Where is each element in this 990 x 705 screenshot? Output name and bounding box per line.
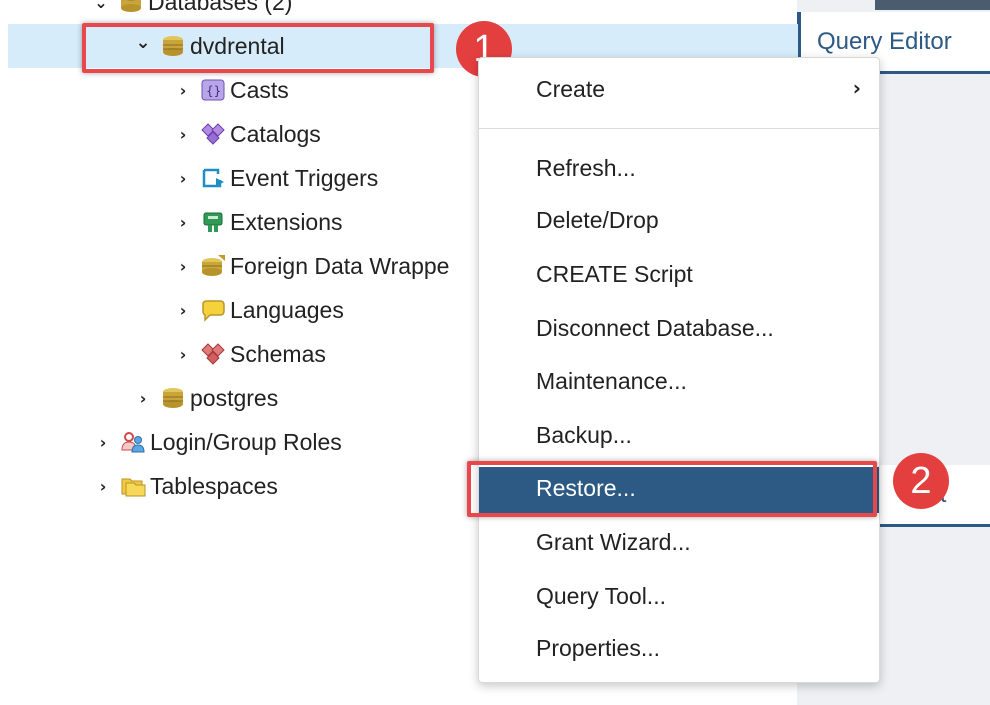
tree-item-postgres[interactable]: › postgres [134, 378, 279, 418]
tree-item-extensions[interactable]: › Extensions [174, 202, 343, 242]
chevron-right-icon[interactable]: › [134, 389, 152, 408]
schemas-icon [198, 341, 228, 367]
chevron-right-icon[interactable]: › [174, 345, 192, 364]
tree-item-label: Databases (2) [148, 0, 293, 15]
chevron-right-icon[interactable]: › [174, 257, 192, 276]
tree-item-event-triggers[interactable]: › Event Triggers [174, 158, 379, 198]
menu-item-properties[interactable]: Properties... [479, 625, 879, 671]
context-menu: Create › Refresh... Delete/Drop CREATE S… [478, 57, 880, 683]
menu-item-label: Grant Wizard... [536, 529, 691, 555]
menu-divider [479, 128, 879, 129]
highlight-box-restore [467, 461, 877, 517]
chevron-right-icon[interactable]: › [174, 213, 192, 232]
tree-item-label: Tablespaces [150, 472, 278, 499]
catalogs-icon [198, 121, 228, 147]
menu-item-create-script[interactable]: CREATE Script [479, 251, 879, 297]
tree-item-label: Schemas [230, 340, 326, 367]
foreign-data-wrappers-icon [198, 253, 228, 279]
menu-item-label: Maintenance... [536, 368, 687, 394]
extensions-icon [198, 209, 228, 235]
tree-item-catalogs[interactable]: › Catalogs [174, 114, 321, 154]
login-roles-icon [118, 429, 148, 455]
tree-item-languages[interactable]: › Languages [174, 290, 344, 330]
chevron-right-icon[interactable]: › [174, 169, 192, 188]
chevron-right-icon[interactable]: › [174, 301, 192, 320]
toolbar-strip [875, 0, 990, 10]
menu-item-label: Create [536, 76, 606, 102]
menu-item-backup[interactable]: Backup... [479, 412, 879, 458]
menu-item-label: Refresh... [536, 155, 636, 181]
tab-underline [870, 524, 990, 527]
chevron-down-icon[interactable]: ⌄ [92, 0, 110, 12]
menu-item-create[interactable]: Create › [479, 66, 879, 112]
menu-item-label: Properties... [536, 635, 660, 661]
casts-icon: {} [198, 77, 228, 103]
menu-item-query-tool[interactable]: Query Tool... [479, 573, 879, 619]
svg-text:{}: {} [206, 84, 221, 98]
tree-item-tablespaces[interactable]: › Tablespaces [94, 466, 278, 506]
chevron-right-icon[interactable]: › [174, 125, 192, 144]
menu-item-delete-drop[interactable]: Delete/Drop [479, 197, 879, 243]
chevron-right-icon[interactable]: › [94, 433, 112, 452]
menu-item-label: CREATE Script [536, 261, 693, 287]
tree-item-label: Foreign Data Wrappe [230, 252, 450, 279]
event-triggers-icon [198, 165, 228, 191]
tab-query-editor-label: Query Editor [817, 28, 952, 55]
tree-item-foreign-data-wrappers[interactable]: › Foreign Data Wrappe [174, 246, 450, 286]
tablespaces-icon [118, 473, 148, 499]
menu-item-label: Delete/Drop [536, 207, 659, 233]
menu-item-label: Query Tool... [536, 583, 666, 609]
chevron-right-icon: › [852, 76, 861, 100]
chevron-right-icon[interactable]: › [94, 477, 112, 496]
menu-item-label: Disconnect Database... [536, 315, 774, 341]
step-badge-2: 2 [893, 453, 949, 509]
menu-item-disconnect-database[interactable]: Disconnect Database... [479, 305, 879, 351]
tree-item-label: Login/Group Roles [150, 428, 342, 455]
tree-item-databases[interactable]: ⌄ Databases (2) [92, 0, 292, 22]
tree-item-casts[interactable]: › {} Casts [174, 70, 289, 110]
tree-item-label: Casts [230, 76, 289, 103]
chevron-right-icon[interactable]: › [174, 81, 192, 100]
highlight-box-dvdrental [82, 23, 434, 73]
languages-icon [198, 297, 228, 323]
tree-item-label: Extensions [230, 208, 343, 235]
tree-item-label: Event Triggers [230, 164, 379, 191]
tree-item-schemas[interactable]: › Schemas [174, 334, 326, 374]
tree-item-label: Languages [230, 296, 344, 323]
menu-item-refresh[interactable]: Refresh... [479, 145, 879, 191]
menu-item-label: Backup... [536, 422, 632, 448]
tree-item-label: postgres [190, 384, 279, 411]
tree-item-label: Catalogs [230, 120, 321, 147]
tree-item-login-group-roles[interactable]: › Login/Group Roles [94, 422, 342, 462]
database-icon [158, 385, 188, 411]
database-icon [116, 0, 146, 15]
menu-item-grant-wizard[interactable]: Grant Wizard... [479, 519, 879, 565]
menu-item-maintenance[interactable]: Maintenance... [479, 358, 879, 404]
